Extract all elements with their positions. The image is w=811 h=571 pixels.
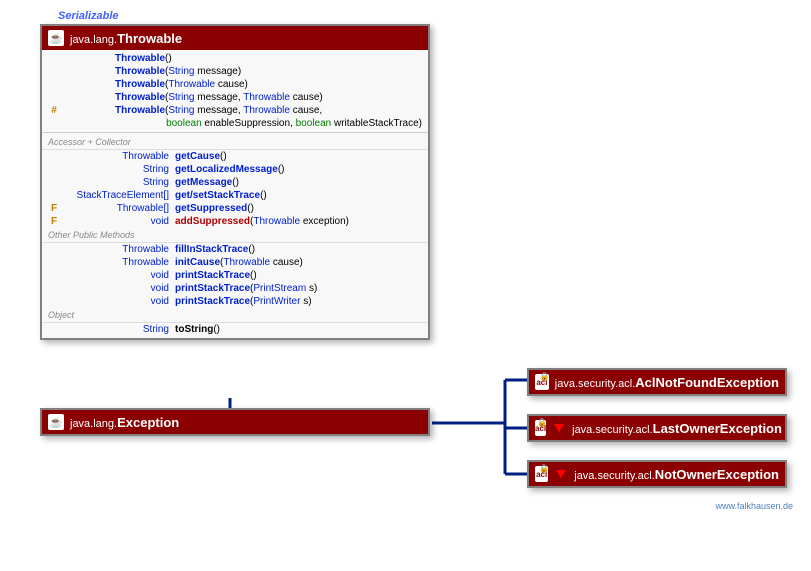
watermark: www.falkhausen.de <box>715 501 793 511</box>
constructor-row: Throwable (String message) <box>42 65 428 78</box>
class-header-acl3: acl java.security.acl.NotOwnerException <box>529 462 785 486</box>
method-row: voidprintStackTrace (PrintWriter s) <box>42 295 428 308</box>
method-row: StackTraceElement[]get/setStackTrace () <box>42 189 428 202</box>
class-lastowner: acl java.security.acl.LastOwnerException <box>527 414 787 442</box>
serializable-label: Serializable <box>58 10 119 22</box>
method-row: FvoidaddSuppressed (Throwable exception) <box>42 215 428 228</box>
class-name: Exception <box>117 415 179 430</box>
method-row: StringgetMessage () <box>42 176 428 189</box>
package-label: java.security.acl. <box>572 424 653 436</box>
class-exception: ☕ java.lang.Exception <box>40 408 430 436</box>
constructors-section: Throwable ()Throwable (String message)Th… <box>42 52 428 130</box>
constructor-row: boolean enableSuppression, boolean writa… <box>42 117 428 130</box>
section-object-label: Object <box>42 308 428 323</box>
package-label: java.security.acl. <box>555 378 636 390</box>
method-row: StringtoString () <box>42 323 428 336</box>
class-header-exception: ☕ java.lang.Exception <box>42 410 428 434</box>
class-notowner: acl java.security.acl.NotOwnerException <box>527 460 787 488</box>
method-row: voidprintStackTrace () <box>42 269 428 282</box>
class-name: NotOwnerException <box>655 467 779 482</box>
class-header-acl1: acl java.security.acl.AclNotFoundExcepti… <box>529 370 785 394</box>
package-label: java.lang. <box>70 34 117 46</box>
cup-icon: ☕ <box>48 414 64 430</box>
acl-icon: acl <box>535 466 548 482</box>
triangle-icon <box>554 424 564 432</box>
acl-icon: acl <box>535 374 549 390</box>
class-aclnotfound: acl java.security.acl.AclNotFoundExcepti… <box>527 368 787 396</box>
class-name: Throwable <box>117 31 182 46</box>
package-label: java.lang. <box>70 418 117 430</box>
constructor-row: #Throwable (String message, Throwable ca… <box>42 104 428 117</box>
section-other-label: Other Public Methods <box>42 228 428 243</box>
constructor-row: Throwable () <box>42 52 428 65</box>
accessors-section: ThrowablegetCause ()StringgetLocalizedMe… <box>42 150 428 228</box>
method-row: StringgetLocalizedMessage () <box>42 163 428 176</box>
class-header-throwable: ☕ java.lang.Throwable <box>42 26 428 50</box>
class-name: AclNotFoundException <box>635 375 779 390</box>
acl-icon: acl <box>535 420 546 436</box>
method-row: ThrowableinitCause (Throwable cause) <box>42 256 428 269</box>
class-name: LastOwnerException <box>653 421 782 436</box>
method-row: ThrowablegetCause () <box>42 150 428 163</box>
object-section: StringtoString () <box>42 323 428 336</box>
method-row: voidprintStackTrace (PrintStream s) <box>42 282 428 295</box>
package-label: java.security.acl. <box>574 470 655 482</box>
class-throwable: ☕ java.lang.Throwable Throwable ()Throwa… <box>40 24 430 340</box>
class-body-throwable: Throwable ()Throwable (String message)Th… <box>42 50 428 338</box>
others-section: ThrowablefillInStackTrace ()Throwableini… <box>42 243 428 308</box>
class-header-acl2: acl java.security.acl.LastOwnerException <box>529 416 785 440</box>
constructor-row: Throwable (String message, Throwable cau… <box>42 91 428 104</box>
method-row: FThrowable[]getSuppressed () <box>42 202 428 215</box>
triangle-icon <box>556 470 566 478</box>
section-accessor-label: Accessor + Collector <box>42 135 428 150</box>
cup-icon: ☕ <box>48 30 64 46</box>
method-row: ThrowablefillInStackTrace () <box>42 243 428 256</box>
constructor-row: Throwable (Throwable cause) <box>42 78 428 91</box>
